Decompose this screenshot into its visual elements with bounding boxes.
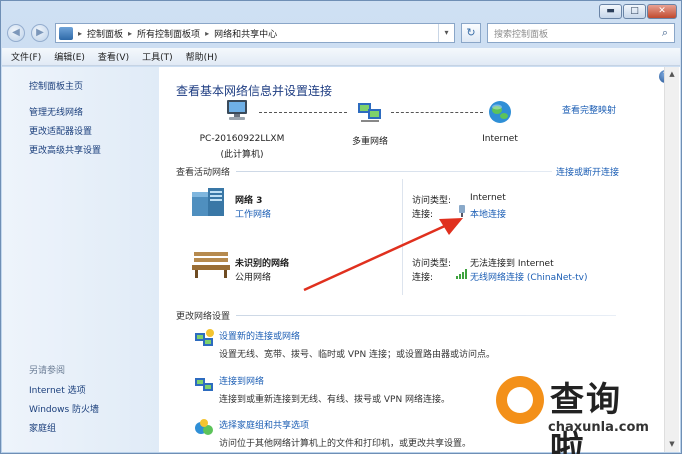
computer-sub: (此计算机) [220, 150, 264, 160]
network-1-access-value: Internet [470, 193, 506, 203]
network-1-type-link[interactable]: 工作网络 [235, 207, 271, 220]
breadcrumb-all-items[interactable]: 所有控制面板项 [137, 27, 200, 40]
breadcrumb-separator-icon: ▸ [205, 28, 210, 38]
connect-to-network-icon [195, 378, 213, 391]
breadcrumb-separator-icon: ▸ [78, 28, 83, 38]
scroll-up-icon[interactable]: ▲ [665, 67, 679, 82]
breadcrumb-network-center[interactable]: 网络和共享中心 [214, 27, 277, 40]
watermark: 查询啦 chaxunla.com [496, 370, 656, 454]
navigation-bar: ◀ ▶ ▸ 控制面板 ▸ 所有控制面板项 ▸ 网络和共享中心 ▾ ↻ 搜索控制面… [7, 22, 675, 44]
watermark-logo-icon [496, 376, 544, 424]
menu-view[interactable]: 查看(V) [98, 50, 129, 63]
homegroup-icon [195, 419, 213, 435]
vertical-scrollbar[interactable]: ▲ ▼ [664, 67, 679, 452]
address-bar[interactable]: ▸ 控制面板 ▸ 所有控制面板项 ▸ 网络和共享中心 ▾ [55, 23, 455, 43]
explorer-window: ▬ □ ✕ ◀ ▶ ▸ 控制面板 ▸ 所有控制面板项 ▸ 网络和共享中心 ▾ ↻… [0, 0, 682, 454]
work-network-icon [192, 188, 224, 216]
internet-globe-icon [489, 101, 511, 123]
computer-name: PC-20160922LLXM [199, 134, 285, 144]
active-networks-heading: 查看活动网络 [176, 165, 237, 178]
see-also-heading: 另请参阅 [29, 366, 66, 376]
task-connect-network-link[interactable]: 连接到网络 [219, 374, 264, 387]
network-2-type: 公用网络 [235, 273, 272, 283]
scroll-down-icon[interactable]: ▼ [665, 437, 679, 452]
search-icon[interactable]: ⌕ [656, 26, 674, 40]
search-placeholder: 搜索控制面板 [494, 29, 549, 40]
annotation-arrow-icon [303, 218, 463, 292]
network-2-access-value: 无法连接到 Internet [470, 259, 554, 269]
connect-disconnect-link[interactable]: 连接或断开连接 [552, 165, 620, 178]
refresh-button[interactable]: ↻ [461, 23, 481, 43]
menu-bar: 文件(F) 编辑(E) 查看(V) 工具(T) 帮助(H) [2, 48, 680, 66]
minimize-button[interactable]: ▬ [599, 4, 622, 19]
menu-file[interactable]: 文件(F) [11, 50, 41, 63]
network-2-name: 未识别的网络 [235, 259, 290, 269]
section-divider [176, 171, 616, 172]
multiple-networks-icon [358, 103, 381, 122]
close-button[interactable]: ✕ [647, 4, 677, 19]
sidebar-item-homegroup[interactable]: 家庭组 [29, 421, 56, 434]
sidebar-item-advanced-sharing[interactable]: 更改高级共享设置 [29, 143, 101, 156]
sidebar: 控制面板主页 管理无线网络 更改适配器设置 更改高级共享设置 另请参阅 Inte… [2, 67, 159, 452]
internet-label: Internet [482, 134, 518, 144]
maximize-button[interactable]: □ [623, 4, 646, 19]
menu-tools[interactable]: 工具(T) [142, 50, 173, 63]
network-1-name: 网络 3 [235, 196, 263, 206]
task-homegroup-link[interactable]: 选择家庭组和共享选项 [219, 418, 309, 431]
section-divider [176, 315, 616, 316]
network-1-connection-link[interactable]: 本地连接 [470, 207, 506, 220]
forward-button[interactable]: ▶ [31, 24, 49, 42]
task-new-connection-desc: 设置无线、宽带、拨号、临时或 VPN 连接；或设置路由器或访问点。 [219, 350, 496, 360]
network-2-connection-link[interactable]: 无线网络连接 (ChinaNet-tv) [470, 270, 588, 283]
multiple-networks-label: 多重网络 [351, 137, 388, 147]
sidebar-item-manage-wireless[interactable]: 管理无线网络 [29, 105, 83, 118]
network-1-access-label: 访问类型: [412, 196, 452, 206]
sidebar-item-firewall[interactable]: Windows 防火墙 [29, 402, 99, 415]
chevron-down-icon[interactable]: ▾ [438, 24, 454, 42]
watermark-name: 查询啦 [550, 380, 622, 454]
search-input[interactable]: 搜索控制面板 ⌕ [487, 23, 675, 43]
computer-icon [227, 100, 247, 120]
sidebar-item-adapter-settings[interactable]: 更改适配器设置 [29, 124, 92, 137]
new-connection-icon [195, 329, 214, 346]
breadcrumb-separator-icon: ▸ [128, 28, 133, 38]
content-area: 控制面板主页 管理无线网络 更改适配器设置 更改高级共享设置 另请参阅 Inte… [2, 67, 680, 454]
public-network-bench-icon [192, 252, 230, 278]
watermark-url: chaxunla.com [548, 420, 649, 435]
change-settings-heading: 更改网络设置 [176, 309, 237, 322]
sidebar-item-internet-options[interactable]: Internet 选项 [29, 383, 86, 396]
control-panel-icon [59, 26, 73, 40]
task-homegroup-desc: 访问位于其他网络计算机上的文件和打印机，或更改共享设置。 [219, 439, 472, 449]
menu-edit[interactable]: 编辑(E) [54, 50, 85, 63]
task-connect-network-desc: 连接到或重新连接到无线、有线、拨号或 VPN 网络连接。 [219, 395, 451, 405]
breadcrumb-control-panel[interactable]: 控制面板 [87, 27, 123, 40]
page-title: 查看基本网络信息并设置连接 [176, 84, 333, 98]
sidebar-item-home[interactable]: 控制面板主页 [29, 79, 83, 92]
map-connector [259, 112, 347, 113]
view-full-map-link[interactable]: 查看完整映射 [562, 103, 616, 116]
window-controls: ▬ □ ✕ [599, 4, 677, 19]
map-connector [391, 112, 483, 113]
menu-help[interactable]: 帮助(H) [186, 50, 218, 63]
back-button[interactable]: ◀ [7, 24, 25, 42]
task-new-connection-link[interactable]: 设置新的连接或网络 [219, 329, 300, 342]
